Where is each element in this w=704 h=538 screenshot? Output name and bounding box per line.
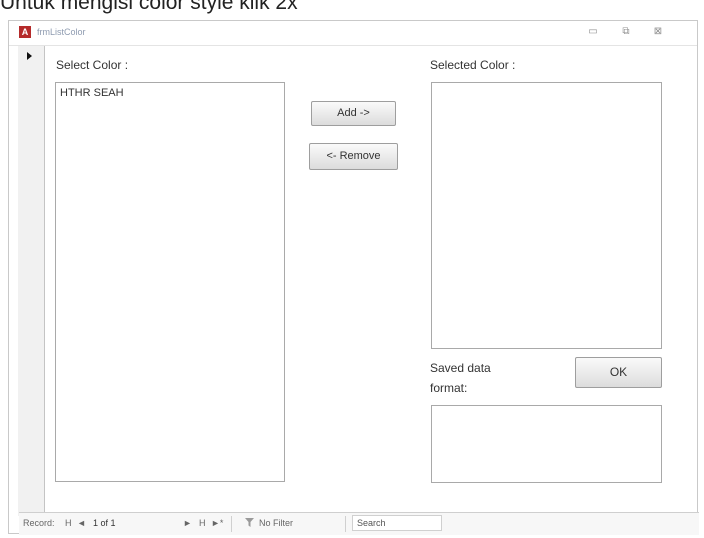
form-window: A frmListColor ▭ ⧉ ⊠ Select Color : HTHR… [8, 20, 699, 535]
selected-color-label: Selected Color : [430, 58, 516, 72]
new-record-button[interactable]: ►* [211, 518, 223, 528]
restore-button[interactable]: ⧉ [615, 24, 637, 40]
window-title: frmListColor [37, 27, 86, 37]
access-app-icon: A [19, 26, 31, 38]
select-color-label: Select Color : [56, 58, 129, 72]
last-record-button[interactable]: H [199, 518, 206, 528]
title-bar: A frmListColor ▭ ⧉ ⊠ [9, 21, 697, 46]
filter-button[interactable]: No Filter [259, 518, 293, 528]
record-selector[interactable] [18, 46, 45, 516]
current-record-arrow-icon [27, 52, 32, 60]
record-position-field[interactable]: 1 of 1 [93, 518, 116, 528]
saved-data-label-line2: format: [430, 381, 468, 395]
record-label: Record: [23, 518, 55, 528]
next-record-button[interactable]: ► [183, 518, 192, 528]
nav-divider [345, 516, 346, 532]
nav-divider [231, 516, 232, 532]
saved-data-format-field[interactable] [431, 405, 662, 483]
add-button[interactable]: Add -> [311, 101, 396, 126]
ok-button[interactable]: OK [575, 357, 662, 388]
search-input[interactable]: Search [352, 515, 442, 531]
record-navigation-bar: Record: H ◄ 1 of 1 ► H ►* No Filter Sear… [19, 512, 699, 535]
close-button[interactable]: ⊠ [647, 24, 669, 40]
saved-data-label-line1: Saved data [430, 361, 491, 375]
previous-record-button[interactable]: ◄ [77, 518, 86, 528]
remove-button[interactable]: <- Remove [309, 143, 398, 170]
caption-text: Untuk mengisi color style klik 2x [0, 0, 298, 14]
minimize-button[interactable]: ▭ [582, 24, 604, 40]
first-record-button[interactable]: H [65, 518, 72, 528]
select-color-listbox[interactable]: HTHR SEAH [55, 82, 285, 482]
funnel-icon [245, 518, 254, 529]
selected-color-listbox[interactable] [431, 82, 662, 349]
list-item[interactable]: HTHR SEAH [60, 87, 124, 99]
